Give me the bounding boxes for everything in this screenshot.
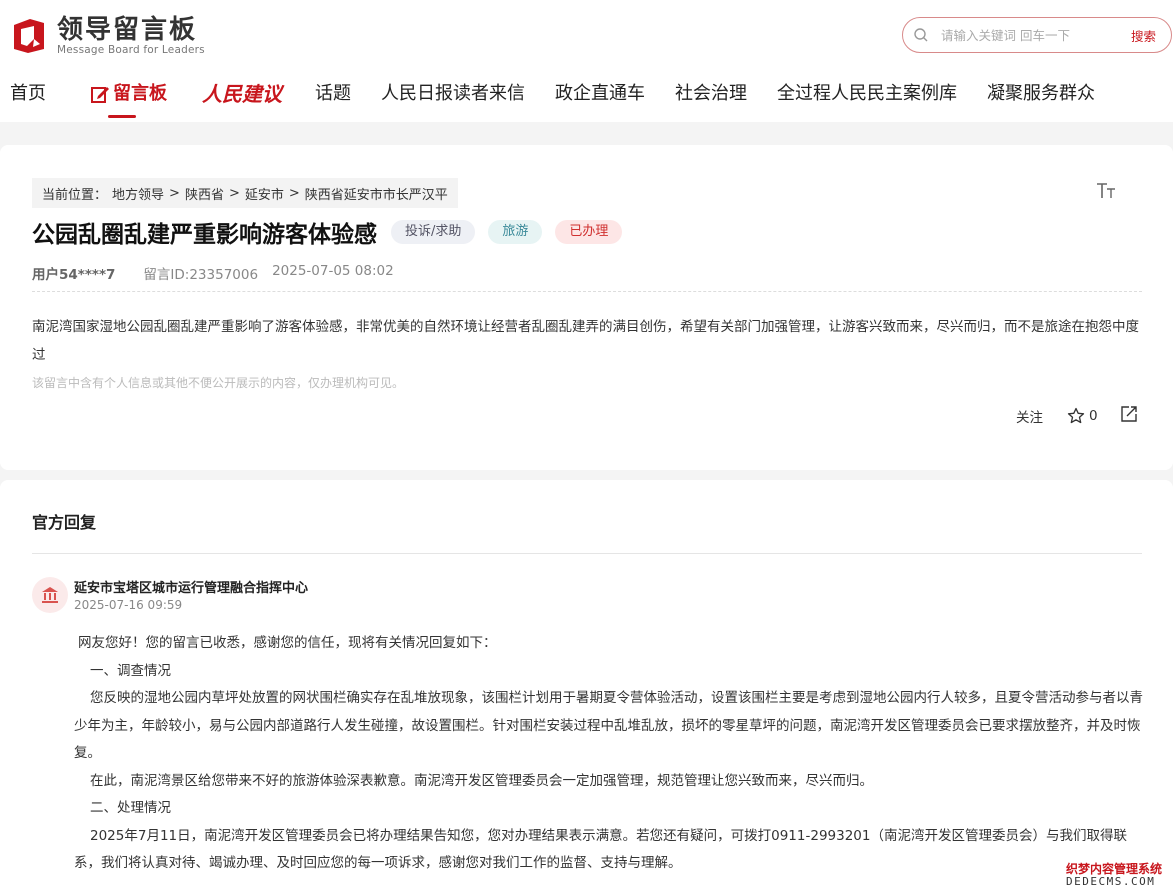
- domain-tag: 旅游: [488, 220, 543, 244]
- search-box: 搜索: [902, 17, 1172, 53]
- reply-card: 官方回复 延安市宝塔区城市运行管理融合指挥中心 2025-07-16 09:59…: [0, 480, 1173, 895]
- breadcrumb-item[interactable]: 陕西省延安市市长严汉平: [305, 184, 448, 203]
- site-title: 领导留言板: [57, 14, 198, 45]
- status-badge: 已办理: [555, 220, 623, 244]
- favorite-count: 0: [1089, 408, 1098, 424]
- search-button[interactable]: 搜索: [1131, 26, 1156, 45]
- divider: [32, 291, 1142, 292]
- reply-org: 延安市宝塔区城市运行管理融合指挥中心: [74, 581, 309, 596]
- privacy-note: 该留言中含有个人信息或其他不便公开展示的内容，仅办理机构可见。: [32, 376, 405, 390]
- nav-message-board[interactable]: 留言板: [90, 78, 167, 110]
- nav-democracy-cases[interactable]: 全过程人民民主案例库: [777, 78, 957, 110]
- follow-button[interactable]: 关注: [1016, 406, 1043, 426]
- edit-icon: [91, 87, 109, 103]
- star-icon: [1067, 407, 1085, 424]
- reply-paragraph: 您反映的湿地公园内草坪处放置的网状围栏确实存在乱堆放现象，该围栏计划用于暑期夏令…: [74, 690, 1143, 761]
- site-subtitle: Message Board for Leaders: [57, 43, 205, 56]
- nav-readers-letters[interactable]: 人民日报读者来信: [381, 78, 525, 110]
- nav-active-indicator: [108, 115, 136, 118]
- category-tag: 投诉/求助: [391, 220, 476, 244]
- message-title: 公园乱圈乱建严重影响游客体验感: [32, 222, 377, 248]
- reply-paragraph: 2025年7月11日，南泥湾开发区管理委员会已将办理结果告知您，您对办理结果表示…: [74, 827, 1127, 872]
- search-icon: [913, 27, 941, 43]
- reply-body: 网友您好！您的留言已收悉，感谢您的信任，现将有关情况回复如下： 一、调查情况 您…: [74, 630, 1144, 878]
- watermark: 织梦内容管理系统 DEDECMS.COM: [1060, 858, 1170, 890]
- breadcrumb-item[interactable]: 地方领导: [112, 184, 164, 203]
- breadcrumb-separator: >: [228, 185, 240, 201]
- breadcrumb-item[interactable]: 陕西省: [185, 184, 224, 203]
- message-actions: 关注 0: [1016, 405, 1138, 427]
- message-card: 当前位置： 地方领导 > 陕西省 > 延安市 > 陕西省延安市市长严汉平 公园乱…: [0, 145, 1173, 470]
- message-title-row: 公园乱圈乱建严重影响游客体验感 投诉/求助 旅游 已办理: [32, 215, 623, 249]
- nav-people-suggestion[interactable]: 人民建议: [202, 78, 282, 110]
- breadcrumb-item[interactable]: 延安市: [245, 184, 284, 203]
- font-size-toggle-icon[interactable]: [1096, 181, 1116, 206]
- breadcrumb: 当前位置： 地方领导 > 陕西省 > 延安市 > 陕西省延安市市长严汉平: [32, 178, 458, 208]
- breadcrumb-prefix: 当前位置：: [42, 187, 108, 203]
- nav-serve-masses[interactable]: 凝聚服务群众: [987, 78, 1095, 110]
- nav-home[interactable]: 首页: [10, 78, 46, 110]
- search-input[interactable]: [941, 20, 1131, 50]
- breadcrumb-separator: >: [169, 185, 180, 201]
- reply-paragraph: 在此，南泥湾景区给您带来不好的旅游体验深表歉意。南泥湾开发区管理委员会一定加强管…: [90, 772, 873, 789]
- reply-time: 2025-07-16 09:59: [74, 598, 183, 612]
- reply-paragraph: 网友您好！您的留言已收悉，感谢您的信任，现将有关情况回复如下：: [78, 635, 497, 651]
- divider: [32, 553, 1142, 554]
- nav-social-governance[interactable]: 社会治理: [675, 78, 747, 110]
- message-meta: 用户54****7 留言ID:23357006 2025-07-05 08:02: [32, 263, 394, 283]
- watermark-line2: DEDECMS.COM: [1066, 875, 1156, 888]
- government-building-icon: [32, 577, 68, 613]
- message-user: 用户54****7: [32, 267, 116, 283]
- message-id: 留言ID:23357006: [143, 267, 259, 283]
- favorite-button[interactable]: 0: [1067, 407, 1098, 425]
- reply-paragraph: 一、调查情况: [90, 662, 171, 679]
- nav-topics[interactable]: 话题: [315, 78, 351, 110]
- reply-paragraph: 二、处理情况: [90, 800, 171, 816]
- message-time: 2025-07-05 08:02: [272, 263, 394, 279]
- breadcrumb-separator: >: [288, 185, 300, 201]
- site-header: 领导留言板 Message Board for Leaders 搜索 首页 留言…: [0, 0, 1173, 122]
- nav-message-board-label: 留言板: [113, 83, 167, 104]
- site-logo[interactable]: 领导留言板 Message Board for Leaders: [10, 14, 205, 58]
- logo-mark-icon: [10, 17, 48, 55]
- message-content: 南泥湾国家湿地公园乱圈乱建严重影响了游客体验感，非常优美的自然环境让经营者乱圈乱…: [32, 319, 1139, 363]
- reply-heading: 官方回复: [32, 513, 97, 532]
- nav-enterprise-express[interactable]: 政企直通车: [555, 78, 645, 110]
- share-icon[interactable]: [1120, 405, 1138, 427]
